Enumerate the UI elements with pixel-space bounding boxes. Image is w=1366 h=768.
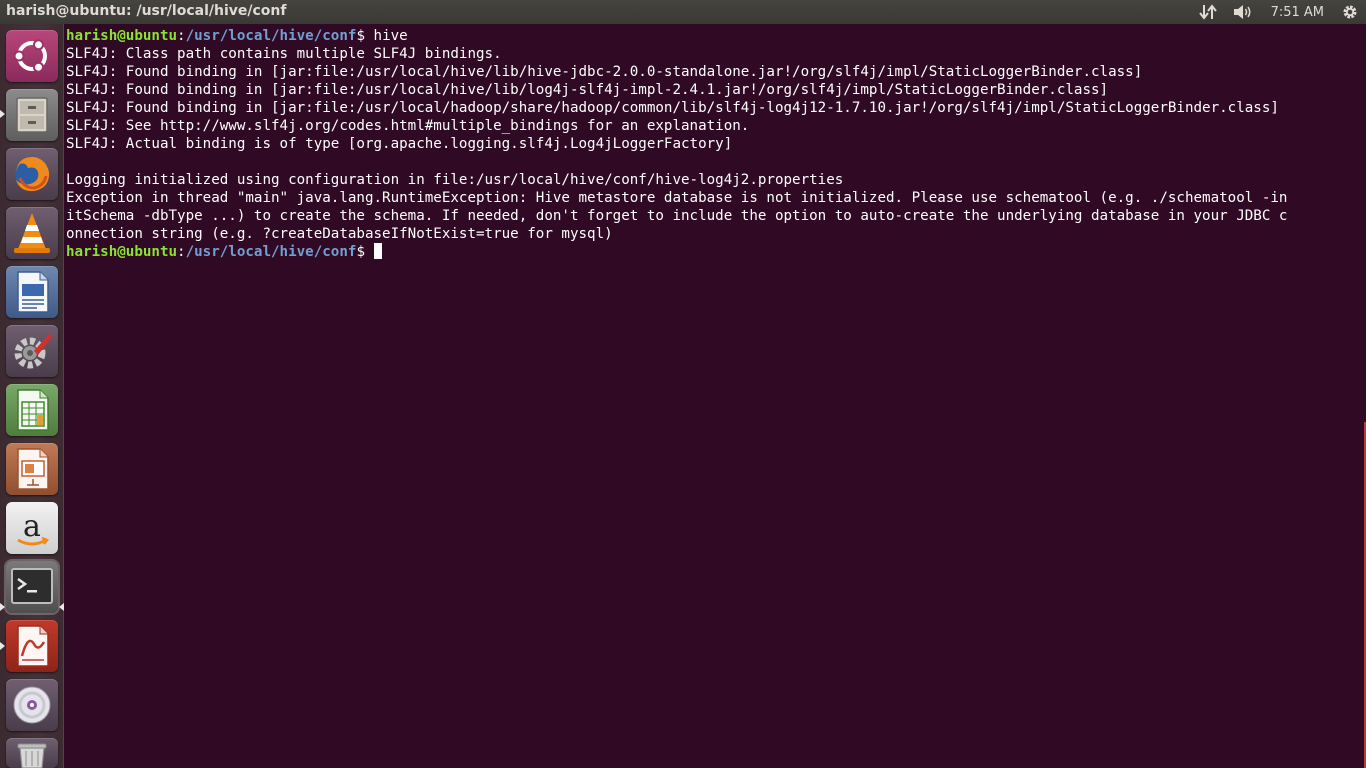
vlc-cone-icon: [14, 213, 50, 253]
launcher-item-system-settings[interactable]: [6, 325, 58, 377]
output-line: SLF4J: Actual binding is of type [org.ap…: [66, 136, 733, 152]
trash-icon: [17, 743, 47, 768]
volume-icon[interactable]: [1225, 0, 1261, 24]
running-indicator: [0, 110, 5, 118]
pdf-viewer-icon: [17, 625, 49, 667]
disc-icon: [13, 686, 51, 724]
output-line: SLF4J: Class path contains multiple SLF4…: [66, 46, 502, 62]
amazon-icon: a: [17, 509, 49, 546]
launcher-item-files[interactable]: [6, 89, 58, 141]
prompt-symbol: $: [356, 28, 374, 44]
impress-presentation-icon: [17, 448, 49, 490]
file-cabinet-icon: [16, 97, 48, 133]
prompt-path: /usr/local/hive/conf: [185, 28, 357, 44]
top-panel: harish@ubuntu: /usr/local/hive/conf 7:51…: [0, 0, 1366, 24]
network-icon[interactable]: [1191, 0, 1225, 24]
output-line: Logging initialized using configuration …: [66, 172, 844, 188]
launcher-item-firefox[interactable]: [6, 148, 58, 200]
launcher-item-libreoffice-writer[interactable]: [6, 266, 58, 318]
launcher: a: [0, 24, 64, 768]
output-line: SLF4J: Found binding in [jar:file:/usr/l…: [66, 82, 1109, 98]
launcher-item-libreoffice-impress[interactable]: [6, 443, 58, 495]
firefox-icon: [15, 156, 50, 192]
prompt-user: harish@ubuntu: [66, 28, 178, 44]
indicator-area: 7:51 AM: [1191, 0, 1366, 24]
writer-document-icon: [17, 271, 49, 313]
output-line: SLF4J: Found binding in [jar:file:/usr/l…: [66, 64, 1143, 80]
output-line: onnection string (e.g. ?createDatabaseIf…: [66, 226, 613, 242]
svg-text:a: a: [23, 509, 41, 544]
prompt-separator: :: [177, 28, 186, 44]
launcher-item-terminal[interactable]: [6, 561, 58, 613]
output-line: itSchema -dbType ...) to create the sche…: [66, 208, 1288, 224]
text-cursor: [373, 243, 382, 259]
terminal-icon: [11, 568, 53, 604]
launcher-item-vlc[interactable]: [6, 207, 58, 259]
output-line: SLF4J: Found binding in [jar:file:/usr/l…: [66, 100, 1279, 116]
settings-wrench-icon: [14, 334, 52, 369]
prompt-user: harish@ubuntu: [66, 244, 178, 260]
prompt-path: /usr/local/hive/conf: [185, 244, 357, 260]
gear-icon[interactable]: [1334, 0, 1366, 24]
launcher-item-amazon[interactable]: a: [6, 502, 58, 554]
launcher-item-document-viewer[interactable]: [6, 620, 58, 672]
running-indicator: [0, 603, 5, 611]
launcher-item-ubuntu-dash[interactable]: [6, 30, 58, 82]
window-title: harish@ubuntu: /usr/local/hive/conf: [6, 3, 287, 19]
running-indicator: [0, 642, 5, 650]
launcher-item-trash[interactable]: [6, 738, 58, 768]
ubuntu-logo-icon: [13, 39, 47, 73]
output-line: Exception in thread "main" java.lang.Run…: [66, 190, 1288, 206]
clock[interactable]: 7:51 AM: [1261, 0, 1334, 24]
calc-spreadsheet-icon: [17, 389, 49, 431]
active-prompt-line[interactable]: harish@ubuntu:/usr/local/hive/conf$: [66, 243, 1366, 261]
command-text: hive: [373, 28, 408, 44]
launcher-item-libreoffice-calc[interactable]: [6, 384, 58, 436]
command-line: harish@ubuntu:/usr/local/hive/conf$ hive: [66, 27, 1366, 45]
terminal-window[interactable]: harish@ubuntu:/usr/local/hive/conf$ hive…: [64, 24, 1366, 768]
output-line: SLF4J: See http://www.slf4j.org/codes.ht…: [66, 118, 750, 134]
prompt-symbol: $: [356, 244, 374, 260]
launcher-item-disc[interactable]: [6, 679, 58, 731]
prompt-separator: :: [177, 244, 186, 260]
